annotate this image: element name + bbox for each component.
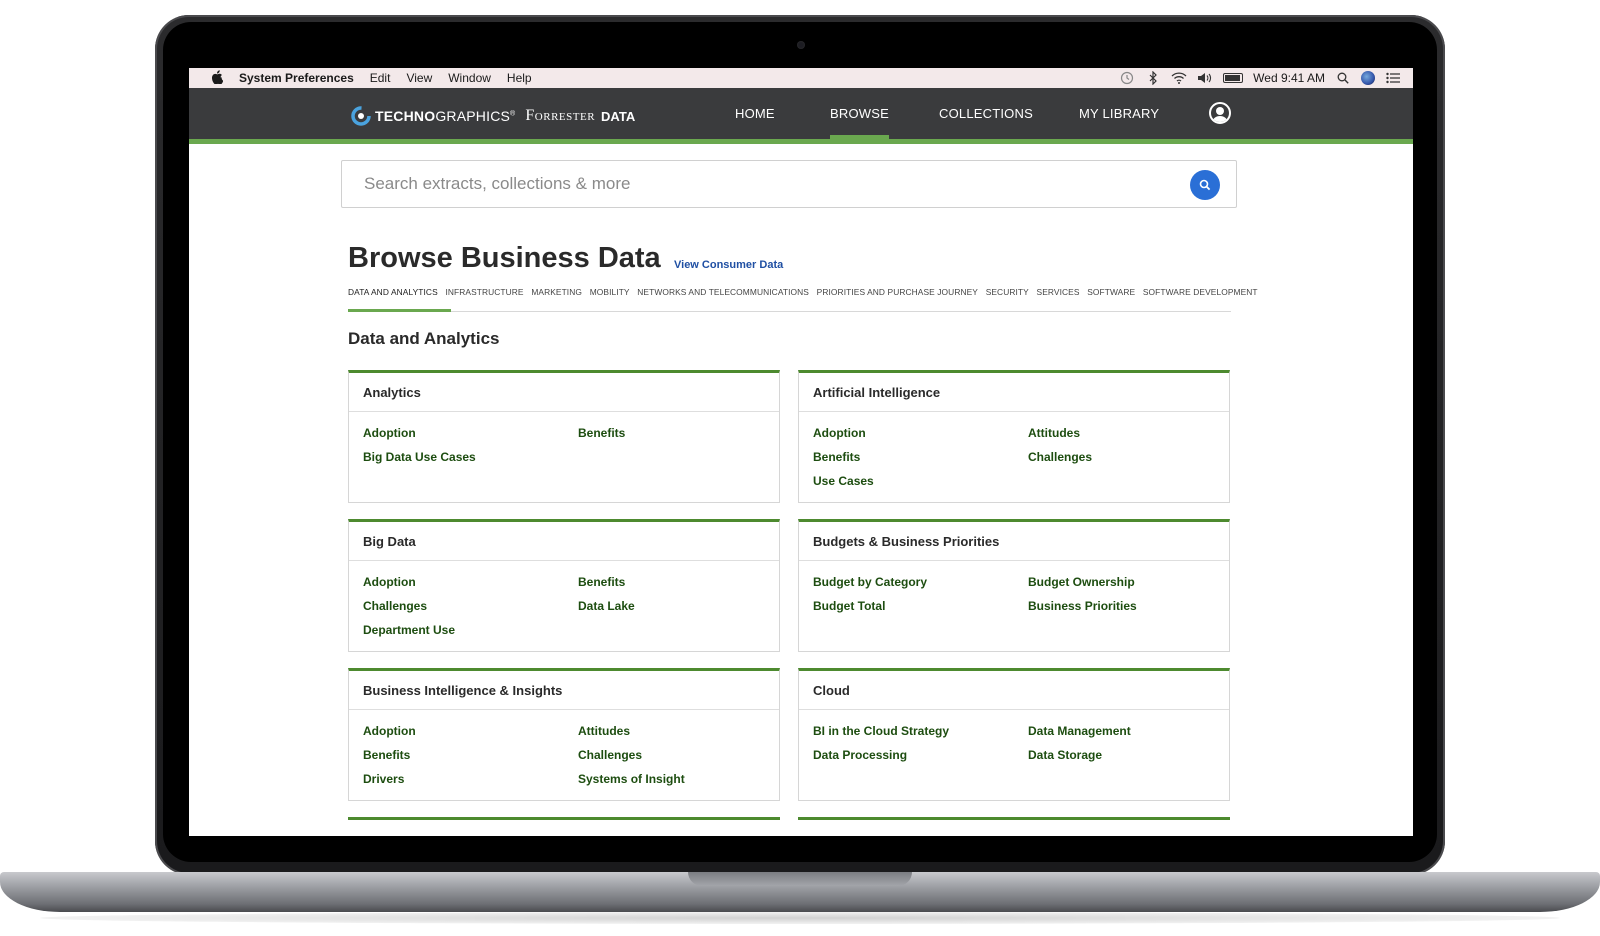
card-link-challenges[interactable]: Challenges bbox=[578, 747, 778, 763]
search-icon bbox=[1199, 179, 1211, 191]
laptop-shadow bbox=[40, 912, 1560, 924]
card-link-use-cases[interactable]: Use Cases bbox=[813, 473, 1028, 489]
apple-icon[interactable] bbox=[211, 69, 225, 87]
mac-menu-bar: System Preferences Edit View Window Help… bbox=[189, 68, 1413, 88]
card-link-data-processing[interactable]: Data Processing bbox=[813, 747, 1028, 763]
card-next-left bbox=[348, 817, 780, 827]
card-big-data: Big Data Adoption Benefits Challenges Da… bbox=[348, 519, 780, 652]
search-bar bbox=[341, 160, 1237, 208]
menu-extras: Wed 9:41 AM bbox=[1119, 71, 1401, 85]
card-links: Budget by Category Budget Ownership Budg… bbox=[799, 561, 1229, 614]
card-link-data-storage[interactable]: Data Storage bbox=[1028, 747, 1228, 763]
card-business-intelligence-insights: Business Intelligence & Insights Adoptio… bbox=[348, 668, 780, 801]
card-link-budget-ownership[interactable]: Budget Ownership bbox=[1028, 574, 1228, 590]
brand-data: DATA bbox=[601, 108, 636, 124]
notification-center-icon[interactable] bbox=[1385, 71, 1401, 85]
brand-logo[interactable]: TECHNOGRAPHICS® Forrester DATA bbox=[351, 106, 635, 126]
technographics-logo-icon bbox=[351, 106, 371, 126]
tab-infrastructure[interactable]: INFRASTRUCTURE bbox=[445, 287, 523, 305]
card-link-attitudes[interactable]: Attitudes bbox=[578, 723, 778, 739]
card-link-benefits[interactable]: Benefits bbox=[578, 574, 778, 590]
tab-software-development[interactable]: SOFTWARE DEVELOPMENT bbox=[1143, 287, 1258, 305]
card-title: Cloud bbox=[799, 671, 1229, 710]
wifi-icon[interactable] bbox=[1171, 71, 1187, 85]
battery-icon[interactable] bbox=[1223, 73, 1244, 83]
tab-marketing[interactable]: MARKETING bbox=[531, 287, 582, 305]
brand-technographics: TECHNOGRAPHICS® bbox=[375, 108, 516, 124]
card-title: Artificial Intelligence bbox=[799, 373, 1229, 412]
menu-view[interactable]: View bbox=[406, 71, 432, 85]
card-link-adoption[interactable]: Adoption bbox=[363, 425, 578, 441]
card-link-drivers[interactable]: Drivers bbox=[363, 771, 578, 787]
category-tabs: DATA AND ANALYTICS INFRASTRUCTURE MARKET… bbox=[348, 287, 1265, 309]
card-next-right bbox=[798, 817, 1230, 827]
card-link-business-priorities[interactable]: Business Priorities bbox=[1028, 598, 1228, 614]
siri-icon[interactable] bbox=[1361, 71, 1375, 85]
card-links: Adoption Benefits Big Data Use Cases bbox=[349, 412, 779, 465]
card-title: Budgets & Business Priorities bbox=[799, 522, 1229, 561]
card-title: Analytics bbox=[349, 373, 779, 412]
card-link-budget-by-category[interactable]: Budget by Category bbox=[813, 574, 1028, 590]
card-link-benefits[interactable]: Benefits bbox=[578, 425, 778, 441]
tab-mobility[interactable]: MOBILITY bbox=[590, 287, 630, 305]
card-link-challenges[interactable]: Challenges bbox=[363, 598, 578, 614]
card-link-attitudes[interactable]: Attitudes bbox=[1028, 425, 1228, 441]
card-link-data-lake[interactable]: Data Lake bbox=[578, 598, 778, 614]
menu-app-name[interactable]: System Preferences bbox=[239, 71, 354, 85]
brand-forrester: Forrester bbox=[525, 107, 596, 124]
active-tab-indicator bbox=[348, 309, 451, 312]
user-account-icon[interactable] bbox=[1209, 102, 1231, 124]
menu-window[interactable]: Window bbox=[448, 71, 491, 85]
menu-clock[interactable]: Wed 9:41 AM bbox=[1253, 71, 1325, 85]
card-links: Adoption Attitudes Benefits Challenges D… bbox=[349, 710, 779, 787]
card-title: Big Data bbox=[349, 522, 779, 561]
card-link-benefits[interactable]: Benefits bbox=[813, 449, 1028, 465]
page-title: Browse Business Data bbox=[348, 242, 661, 274]
card-link-department-use[interactable]: Department Use bbox=[363, 622, 578, 638]
card-analytics: Analytics Adoption Benefits Big Data Use… bbox=[348, 370, 780, 503]
tab-security[interactable]: SECURITY bbox=[986, 287, 1029, 305]
nav-my-library[interactable]: MY LIBRARY bbox=[1079, 88, 1159, 139]
spotlight-search-icon[interactable] bbox=[1335, 71, 1351, 85]
screen: System Preferences Edit View Window Help… bbox=[189, 68, 1413, 836]
card-artificial-intelligence: Artificial Intelligence Adoption Attitud… bbox=[798, 370, 1230, 503]
card-links: Adoption Benefits Challenges Data Lake D… bbox=[349, 561, 779, 638]
card-link-big-data-use-cases[interactable]: Big Data Use Cases bbox=[363, 449, 578, 465]
camera-icon bbox=[797, 41, 805, 49]
card-link-benefits[interactable]: Benefits bbox=[363, 747, 578, 763]
card-cloud: Cloud BI in the Cloud Strategy Data Mana… bbox=[798, 668, 1230, 801]
menu-edit[interactable]: Edit bbox=[370, 71, 391, 85]
time-machine-icon[interactable] bbox=[1119, 71, 1135, 85]
card-link-bi-in-the-cloud-strategy[interactable]: BI in the Cloud Strategy bbox=[813, 723, 1028, 739]
card-link-adoption[interactable]: Adoption bbox=[813, 425, 1028, 441]
nav-home[interactable]: HOME bbox=[735, 88, 775, 139]
tab-services[interactable]: SERVICES bbox=[1037, 287, 1080, 305]
view-consumer-data-link[interactable]: View Consumer Data bbox=[674, 259, 783, 271]
card-budgets-business-priorities: Budgets & Business Priorities Budget by … bbox=[798, 519, 1230, 652]
search-input[interactable] bbox=[364, 174, 1164, 194]
nav-browse[interactable]: BROWSE bbox=[830, 88, 889, 139]
tab-data-and-analytics[interactable]: DATA AND ANALYTICS bbox=[348, 287, 438, 305]
card-links: BI in the Cloud Strategy Data Management… bbox=[799, 710, 1229, 763]
card-link-data-management[interactable]: Data Management bbox=[1028, 723, 1228, 739]
bluetooth-icon[interactable] bbox=[1145, 71, 1161, 85]
nav-collections[interactable]: COLLECTIONS bbox=[939, 88, 1033, 139]
card-link-adoption[interactable]: Adoption bbox=[363, 723, 578, 739]
card-title: Business Intelligence & Insights bbox=[349, 671, 779, 710]
tab-networks-and-telecommunications[interactable]: NETWORKS AND TELECOMMUNICATIONS bbox=[637, 287, 809, 305]
tab-software[interactable]: SOFTWARE bbox=[1087, 287, 1135, 305]
search-button[interactable] bbox=[1190, 170, 1220, 200]
section-title: Data and Analytics bbox=[348, 329, 500, 348]
card-link-systems-of-insight[interactable]: Systems of Insight bbox=[578, 771, 778, 787]
card-links: Adoption Attitudes Benefits Challenges U… bbox=[799, 412, 1229, 489]
card-link-challenges[interactable]: Challenges bbox=[1028, 449, 1228, 465]
laptop-notch bbox=[688, 872, 912, 886]
volume-icon[interactable] bbox=[1197, 71, 1213, 85]
tabs-divider bbox=[348, 311, 1231, 312]
card-link-adoption[interactable]: Adoption bbox=[363, 574, 578, 590]
app-header: TECHNOGRAPHICS® Forrester DATA HOME BROW… bbox=[189, 88, 1413, 144]
menu-help[interactable]: Help bbox=[507, 71, 532, 85]
card-link-budget-total[interactable]: Budget Total bbox=[813, 598, 1028, 614]
tab-priorities-and-purchase-journey[interactable]: PRIORITIES AND PURCHASE JOURNEY bbox=[817, 287, 978, 305]
